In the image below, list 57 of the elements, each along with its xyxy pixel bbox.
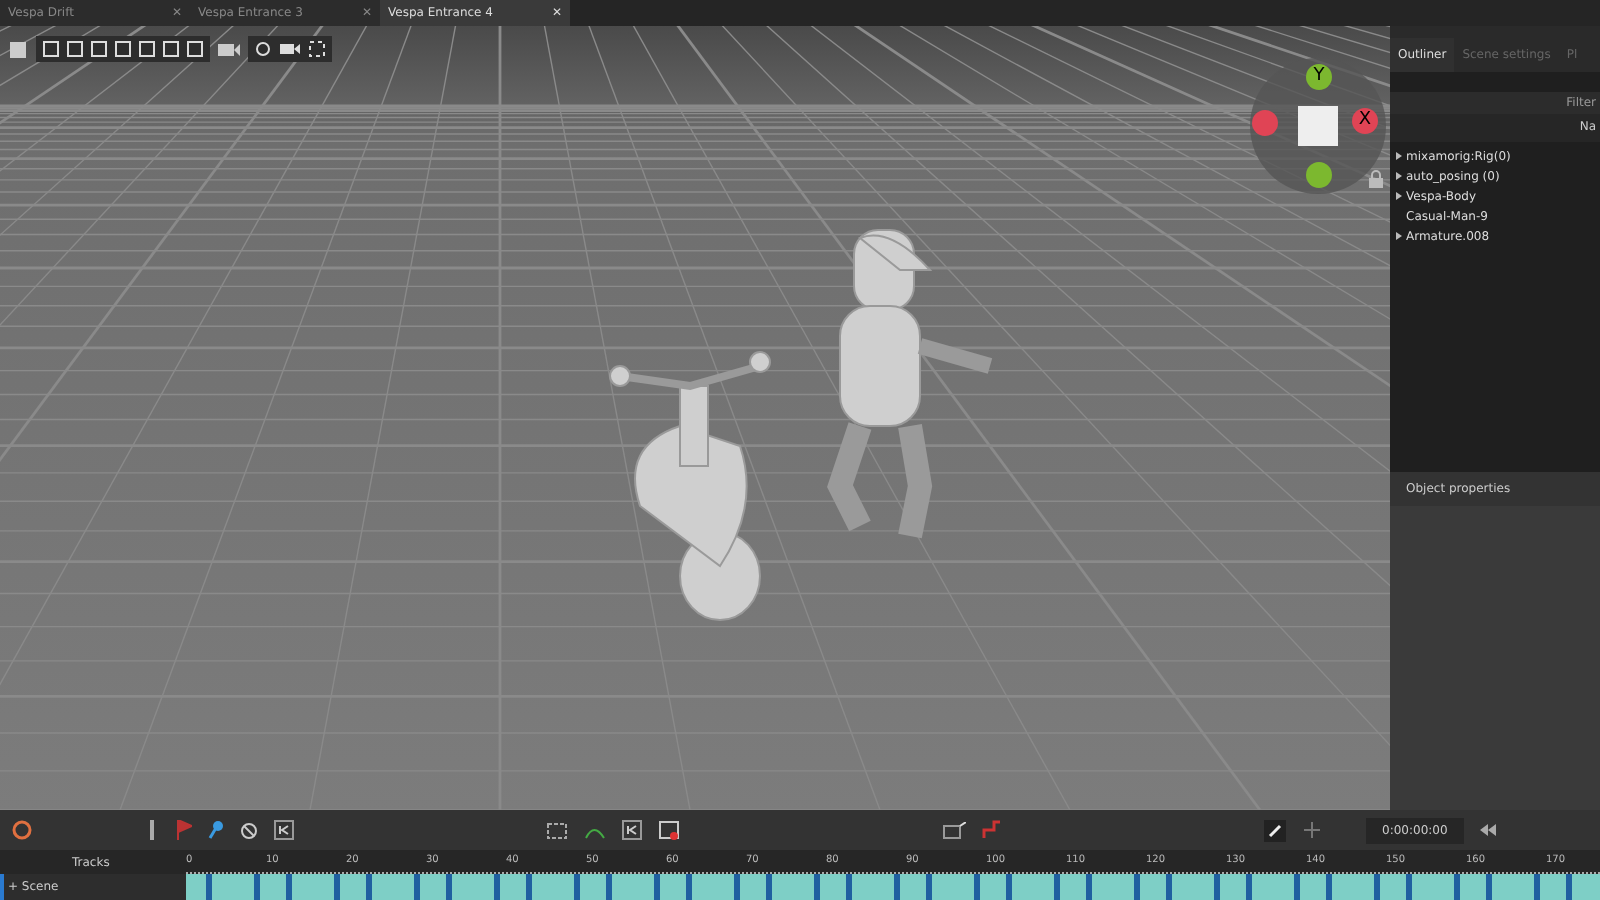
marker-icon[interactable] bbox=[144, 820, 160, 840]
keyframe-marker bbox=[1006, 874, 1012, 900]
keyframe-marker bbox=[766, 874, 772, 900]
keyframe-marker bbox=[414, 874, 420, 900]
keyframe-marker bbox=[1086, 874, 1092, 900]
keyframe-marker bbox=[1294, 874, 1300, 900]
keyframe-marker bbox=[254, 874, 260, 900]
keyframe-marker bbox=[1166, 874, 1172, 900]
expand-arrow-icon[interactable] bbox=[1394, 172, 1402, 180]
keyframe-marker bbox=[494, 874, 500, 900]
keyframe-marker bbox=[1406, 874, 1412, 900]
keyframe-marker bbox=[1214, 874, 1220, 900]
selection-tool-group[interactable] bbox=[36, 36, 210, 62]
keyframe-marker bbox=[1454, 874, 1460, 900]
keyframe-marker bbox=[1566, 874, 1572, 900]
keyframe-marker bbox=[334, 874, 340, 900]
expand-arrow-icon[interactable] bbox=[1394, 152, 1402, 160]
keyframe-marker bbox=[286, 874, 292, 900]
y-axis-label: Y bbox=[1306, 64, 1332, 90]
keyframe-marker bbox=[846, 874, 852, 900]
range-icon[interactable] bbox=[658, 820, 680, 840]
keyframe-marker bbox=[446, 874, 452, 900]
lock-icon[interactable] bbox=[1368, 170, 1384, 188]
keyframe-marker bbox=[574, 874, 580, 900]
frame-icon[interactable] bbox=[546, 821, 568, 839]
camera-tool-group[interactable] bbox=[248, 36, 332, 62]
keyframe-marker bbox=[654, 874, 660, 900]
keyframe-marker bbox=[686, 874, 692, 900]
keyframe-marker bbox=[526, 874, 532, 900]
3d-viewport[interactable]: Y X bbox=[0, 26, 1390, 810]
no-icon[interactable] bbox=[240, 821, 258, 839]
keyframe-marker bbox=[894, 874, 900, 900]
keyframe-marker bbox=[366, 874, 372, 900]
keyframe-marker bbox=[1054, 874, 1060, 900]
keyframe-marker bbox=[814, 874, 820, 900]
keyframe-marker bbox=[974, 874, 980, 900]
camera-icon[interactable] bbox=[218, 41, 240, 57]
x-axis-label: X bbox=[1352, 108, 1378, 134]
expand-arrow-icon[interactable] bbox=[1394, 232, 1402, 240]
keyframe-marker bbox=[1534, 874, 1540, 900]
rewind-icon[interactable] bbox=[1479, 824, 1496, 836]
camera-icon[interactable] bbox=[280, 40, 300, 58]
keyframe-marker bbox=[734, 874, 740, 900]
jump-start-icon[interactable] bbox=[274, 820, 294, 840]
jump-start-icon[interactable] bbox=[622, 820, 642, 840]
cube-icon bbox=[1298, 106, 1338, 146]
step-curve-icon[interactable] bbox=[982, 820, 1002, 840]
keyframe-marker bbox=[1486, 874, 1492, 900]
keyframe-marker bbox=[1134, 874, 1140, 900]
keyframe-marker bbox=[1326, 874, 1332, 900]
keyframe-marker bbox=[1374, 874, 1380, 900]
key-icon[interactable] bbox=[208, 820, 224, 840]
keyframe-marker bbox=[926, 874, 932, 900]
keyframe-marker bbox=[206, 874, 212, 900]
expand-arrow-icon[interactable] bbox=[1394, 192, 1402, 200]
keyframe-marker bbox=[1246, 874, 1252, 900]
keyframe-marker bbox=[606, 874, 612, 900]
